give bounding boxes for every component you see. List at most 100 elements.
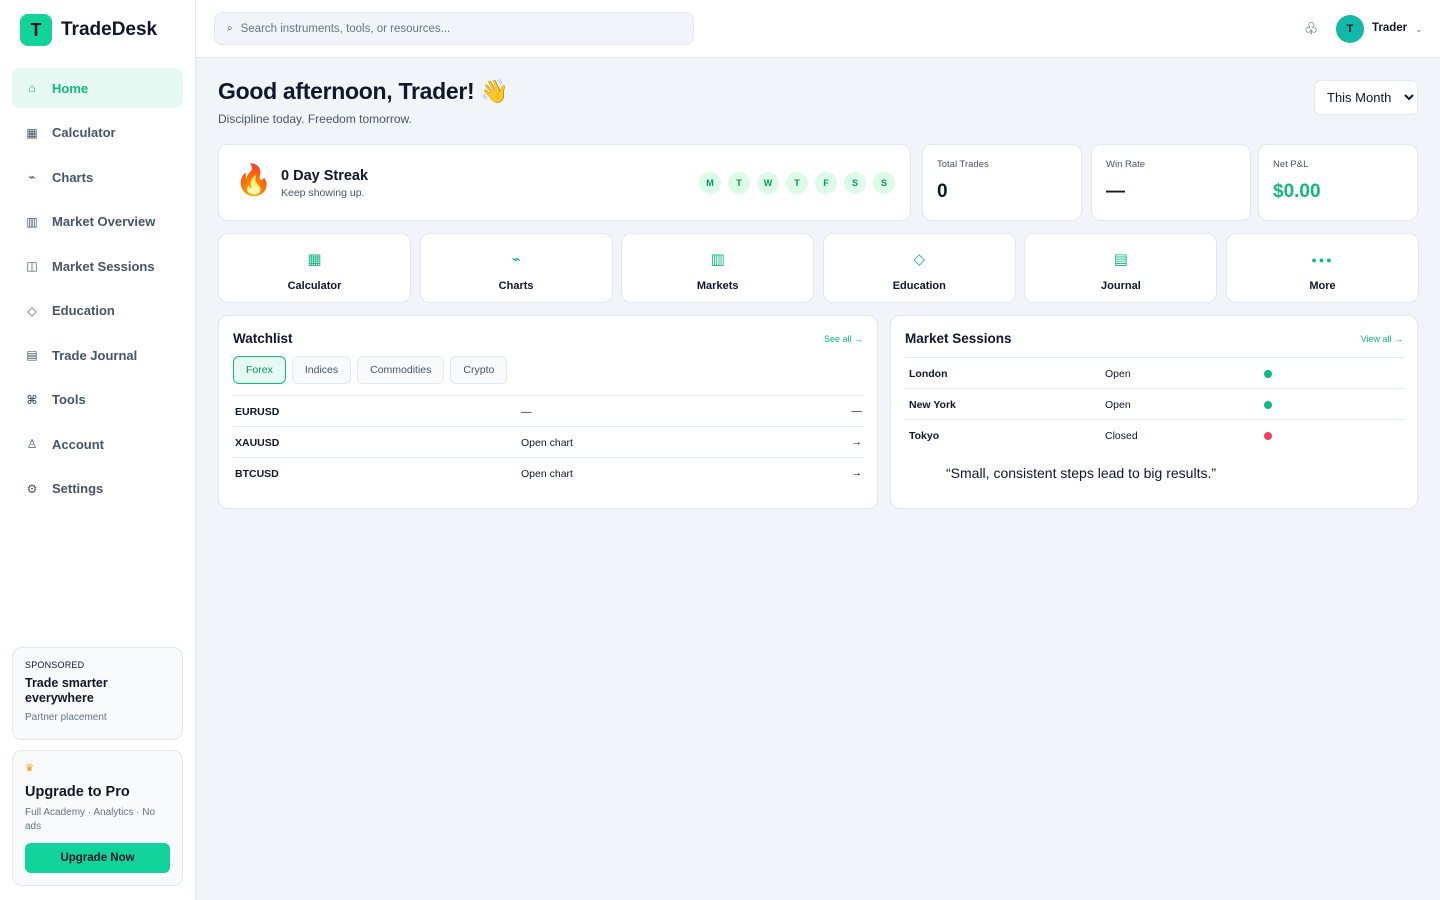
- sidebar-item-education[interactable]: ◇ Education: [12, 291, 183, 331]
- session-name: London: [909, 368, 948, 380]
- upgrade-card: ♛ Upgrade to Pro Full Academy · Analytic…: [12, 750, 183, 886]
- view-all-link[interactable]: View all →: [1361, 334, 1403, 344]
- streak-title: 0 Day Streak: [281, 168, 369, 184]
- watchlist-title: Watchlist: [233, 331, 293, 346]
- see-all-link[interactable]: See all →: [824, 334, 863, 344]
- brand[interactable]: T TradeDesk: [20, 14, 157, 46]
- stat-label: Total Trades: [937, 159, 989, 170]
- sidebar-item-label: Charts: [52, 169, 94, 185]
- sidebar-item-label: Settings: [52, 481, 104, 496]
- streak-day: S: [844, 172, 866, 194]
- filter-tab-crypto[interactable]: Crypto: [450, 356, 508, 384]
- streak-days: MTWTFSS: [699, 172, 895, 194]
- quick-tile-label: Calculator: [287, 280, 342, 292]
- sidebar-item-trade-journal[interactable]: ▤ Trade Journal: [12, 335, 183, 375]
- instrument-value: —: [851, 405, 863, 417]
- search-bar[interactable]: ⌕: [214, 12, 694, 45]
- quick-tile-calculator[interactable]: ▦ Calculator: [218, 233, 411, 303]
- quick-tile-markets[interactable]: ▥ Markets: [621, 233, 815, 303]
- calculator-icon: ▦: [307, 251, 322, 268]
- quick-tile-label: Charts: [498, 280, 534, 292]
- upgrade-title: Upgrade to Pro: [25, 784, 130, 800]
- market-icon: ▥: [710, 251, 725, 268]
- sidebar-item-market-sessions[interactable]: ◫ Market Sessions: [12, 246, 183, 286]
- arrow-right-icon[interactable]: →: [852, 467, 863, 479]
- stat-label: Win Rate: [1106, 159, 1146, 170]
- instrument-status[interactable]: Open chart: [521, 468, 573, 480]
- filter-tab-indices[interactable]: Indices: [291, 356, 352, 384]
- notification-icon[interactable]: ♧: [1304, 19, 1318, 39]
- brand-logo: T: [20, 14, 52, 46]
- market-icon: ▥: [26, 214, 38, 229]
- watchlist-filters: Forex Indices Commodities Crypto: [233, 356, 508, 384]
- education-icon: ◇: [913, 251, 926, 268]
- instrument-symbol: XAUUSD: [235, 437, 280, 449]
- quick-tile-label: Education: [892, 280, 946, 292]
- crown-icon: ♛: [25, 763, 34, 774]
- sidebar-item-label: Education: [52, 303, 115, 318]
- sidebar-item-home[interactable]: ⌂ Home: [12, 68, 183, 108]
- sidebar-item-label: Home: [52, 80, 89, 96]
- status-dot: [1264, 432, 1272, 440]
- chart-icon: ⌁: [28, 170, 36, 184]
- stat-label: Net P&L: [1273, 159, 1309, 170]
- search-input[interactable]: [240, 22, 661, 35]
- session-status: Open: [1105, 368, 1131, 380]
- sidebar-item-label: Account: [52, 436, 104, 452]
- status-dot: [1264, 401, 1272, 409]
- sponsored-card[interactable]: SPONSORED Trade smarter everywhere Partn…: [12, 647, 183, 740]
- streak-subtitle: Keep showing up.: [281, 187, 365, 199]
- avatar[interactable]: T: [1336, 15, 1364, 43]
- filter-tab-commodities[interactable]: Commodities: [357, 356, 445, 384]
- table-row[interactable]: XAUUSD Open chart →: [233, 426, 864, 457]
- streak-day: M: [699, 172, 721, 194]
- calculator-icon: ▦: [26, 125, 38, 140]
- tools-icon: ⌘: [26, 392, 38, 407]
- instrument-symbol: EURUSD: [235, 406, 280, 418]
- sidebar-item-account[interactable]: ♙ Account: [12, 424, 183, 464]
- upgrade-subtitle: Full Academy · Analytics · No ads: [25, 807, 156, 832]
- period-select[interactable]: This Month: [1314, 80, 1418, 115]
- arrow-right-icon[interactable]: →: [852, 436, 863, 448]
- stat-value: —: [1106, 181, 1125, 202]
- home-icon: ⌂: [28, 81, 36, 95]
- watchlist-card: Watchlist See all → Forex Indices Commodit…: [218, 315, 878, 509]
- sessions-icon: ◫: [26, 259, 38, 273]
- account-icon: ♙: [26, 437, 38, 451]
- stat-card-total-trades: Total Trades 0: [922, 144, 1082, 221]
- sidebar-nav: ⌂ Home ▦ Calculator ⌁ Charts ▥ Market Overview ◫…: [12, 68, 183, 513]
- chevron-down-icon[interactable]: ⌄: [1415, 24, 1423, 35]
- sidebar-item-charts[interactable]: ⌁ Charts: [12, 157, 183, 197]
- journal-icon: ▤: [26, 348, 38, 362]
- motivational-quote: “Small, consistent steps lead to big res…: [946, 465, 1217, 481]
- sidebar-item-tools[interactable]: ⌘ Tools: [12, 380, 183, 420]
- table-row: Tokyo Closed: [905, 419, 1404, 450]
- instrument-status[interactable]: Open chart: [521, 437, 573, 449]
- gear-icon: ⚙: [26, 481, 38, 496]
- quick-tile-education[interactable]: ◇ Education: [822, 233, 1016, 303]
- sessions-table: London Open New York Open Tokyo Closed: [905, 357, 1404, 450]
- quick-tile-more[interactable]: ●●● More: [1226, 233, 1419, 303]
- sidebar-item-market-overview[interactable]: ▥ Market Overview: [12, 202, 183, 242]
- sidebar-item-calculator[interactable]: ▦ Calculator: [12, 113, 183, 153]
- quick-tile-label: Journal: [1101, 280, 1141, 292]
- quick-tile-charts[interactable]: ⌁ Charts: [419, 233, 613, 303]
- upgrade-now-button[interactable]: Upgrade Now: [25, 843, 170, 873]
- table-row[interactable]: EURUSD — —: [233, 395, 864, 426]
- user-name[interactable]: Trader: [1372, 22, 1407, 34]
- market-sessions-title: Market Sessions: [905, 331, 1012, 346]
- streak-card: 🔥 0 Day Streak Keep showing up. MTWTFSS: [218, 144, 911, 221]
- table-row: New York Open: [905, 388, 1404, 419]
- sidebar-item-settings[interactable]: ⚙ Settings: [12, 469, 183, 509]
- brand-name: TradeDesk: [61, 19, 158, 40]
- filter-tab-forex[interactable]: Forex: [233, 356, 286, 384]
- fire-icon: 🔥: [235, 164, 273, 197]
- instrument-status: —: [521, 406, 532, 418]
- quick-tile-journal[interactable]: ▤ Journal: [1024, 233, 1218, 303]
- stat-card-win-rate: Win Rate —: [1091, 144, 1251, 221]
- sidebar-item-label: Tools: [52, 392, 86, 407]
- sponsored-tag: SPONSORED: [25, 660, 85, 670]
- table-row[interactable]: BTCUSD Open chart →: [233, 457, 864, 488]
- session-status: Closed: [1105, 430, 1138, 442]
- page-subtitle: Discipline today. Freedom tomorrow.: [218, 112, 412, 126]
